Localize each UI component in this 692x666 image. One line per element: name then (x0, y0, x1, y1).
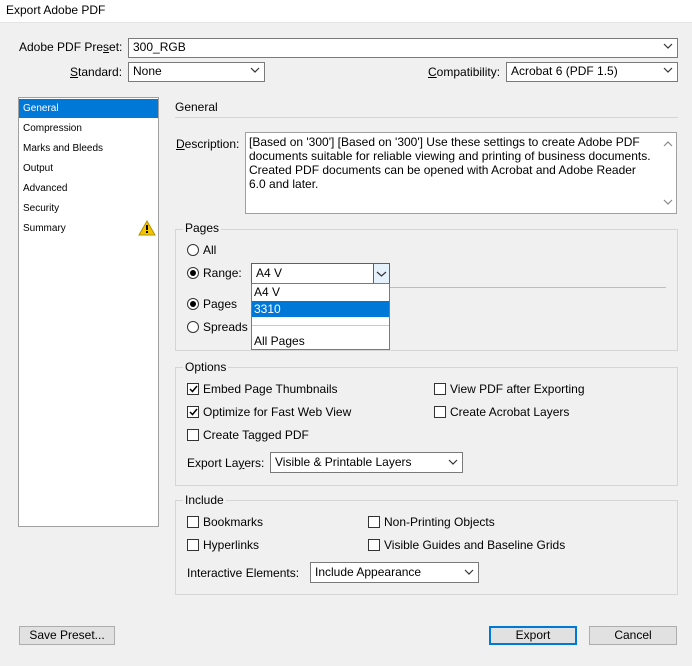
range-value: A4 V (256, 266, 283, 280)
export-layers-value: Visible & Printable Layers (275, 455, 412, 469)
export-button[interactable]: Export (489, 626, 577, 645)
chevron-down-icon (464, 567, 474, 577)
scroll-up-icon[interactable] (663, 137, 673, 151)
chevron-down-icon (448, 457, 458, 467)
range-label: Range: (203, 266, 242, 280)
cancel-button[interactable]: Cancel (589, 626, 677, 645)
interactive-select[interactable]: Include Appearance (310, 562, 479, 583)
dropdown-separator (252, 325, 389, 326)
range-dropdown-list: A4 V 3310 All Pages (251, 283, 390, 350)
embed-thumbnails-checkbox[interactable] (187, 383, 199, 395)
export-layers-label: Export Layers: (187, 456, 265, 470)
interactive-value: Include Appearance (315, 565, 422, 579)
guides-checkbox[interactable] (368, 539, 380, 551)
include-group-label: Include (183, 493, 226, 507)
warning-icon (138, 219, 156, 243)
sidebar-item-summary[interactable]: Summary (19, 219, 158, 238)
hyperlinks-label: Hyperlinks (203, 538, 260, 552)
pages-radio[interactable] (187, 298, 199, 310)
sidebar-list: General Compression Marks and Bleeds Out… (18, 97, 159, 527)
sidebar-item-compression[interactable]: Compression (19, 119, 158, 138)
compatibility-value: Acrobat 6 (PDF 1.5) (511, 64, 618, 78)
sidebar-item-marks-and-bleeds[interactable]: Marks and Bleeds (19, 139, 158, 158)
window-title: Export Adobe PDF (6, 3, 106, 17)
pages-group-label: Pages (183, 221, 222, 235)
all-radio[interactable] (187, 244, 199, 256)
pages-divider (390, 287, 666, 288)
compatibility-select[interactable]: Acrobat 6 (PDF 1.5) (506, 62, 678, 82)
embed-thumbnails-label: Embed Page Thumbnails (203, 382, 338, 396)
export-layers-select[interactable]: Visible & Printable Layers (270, 452, 463, 473)
view-after-checkbox[interactable] (434, 383, 446, 395)
sidebar-item-security[interactable]: Security (19, 199, 158, 218)
preset-select[interactable]: 300_RGB (128, 38, 678, 58)
tagged-pdf-label: Create Tagged PDF (203, 428, 309, 442)
spreads-label: Spreads (203, 320, 248, 334)
sidebar-item-advanced[interactable]: Advanced (19, 179, 158, 198)
guides-label: Visible Guides and Baseline Grids (384, 538, 566, 552)
range-radio[interactable] (187, 267, 199, 279)
check-icon (189, 385, 198, 393)
acrobat-layers-checkbox[interactable] (434, 406, 446, 418)
preset-value: 300_RGB (133, 40, 186, 54)
optimize-web-label: Optimize for Fast Web View (203, 405, 352, 419)
sidebar-item-general[interactable]: General (19, 99, 158, 118)
tagged-pdf-checkbox[interactable] (187, 429, 199, 441)
sidebar-item-output[interactable]: Output (19, 159, 158, 178)
section-divider (175, 117, 678, 118)
description-field[interactable]: [Based on '300'] [Based on '300'] Use th… (245, 132, 677, 214)
standard-value: None (133, 64, 162, 78)
range-select[interactable]: A4 V (251, 263, 390, 284)
all-label: All (203, 243, 217, 257)
check-icon (189, 408, 198, 416)
bookmarks-label: Bookmarks (203, 515, 264, 529)
range-option-highlighted[interactable]: 3310 (252, 301, 389, 317)
description-text: [Based on '300'] [Based on '300'] Use th… (249, 135, 658, 191)
bookmarks-checkbox[interactable] (187, 516, 199, 528)
standard-select[interactable]: None (128, 62, 265, 82)
acrobat-layers-label: Create Acrobat Layers (450, 405, 570, 419)
preset-label: Adobe PDF Preset: (19, 40, 123, 54)
title-bar: Export Adobe PDF (0, 0, 692, 23)
standard-label: Standard: (70, 65, 123, 79)
non-printing-checkbox[interactable] (368, 516, 380, 528)
chevron-down-icon (250, 65, 260, 75)
view-after-label: View PDF after Exporting (450, 382, 585, 396)
sidebar-item-label: Summary (23, 223, 66, 234)
optimize-web-checkbox[interactable] (187, 406, 199, 418)
scroll-down-icon[interactable] (663, 195, 673, 209)
non-printing-label: Non-Printing Objects (384, 515, 495, 529)
range-option[interactable]: A4 V (252, 284, 389, 300)
chevron-down-icon (663, 41, 673, 51)
options-group-label: Options (183, 360, 229, 374)
pages-label: Pages (203, 297, 238, 311)
range-dropdown-button[interactable] (373, 264, 389, 283)
chevron-down-icon (663, 65, 673, 75)
spreads-radio[interactable] (187, 321, 199, 333)
section-title: General (175, 100, 218, 114)
save-preset-button[interactable]: Save Preset... (19, 626, 115, 645)
interactive-label: Interactive Elements: (187, 566, 300, 580)
description-label: Description: (176, 137, 240, 151)
compatibility-label: Compatibility: (428, 65, 501, 79)
range-option[interactable]: All Pages (252, 333, 389, 349)
hyperlinks-checkbox[interactable] (187, 539, 199, 551)
